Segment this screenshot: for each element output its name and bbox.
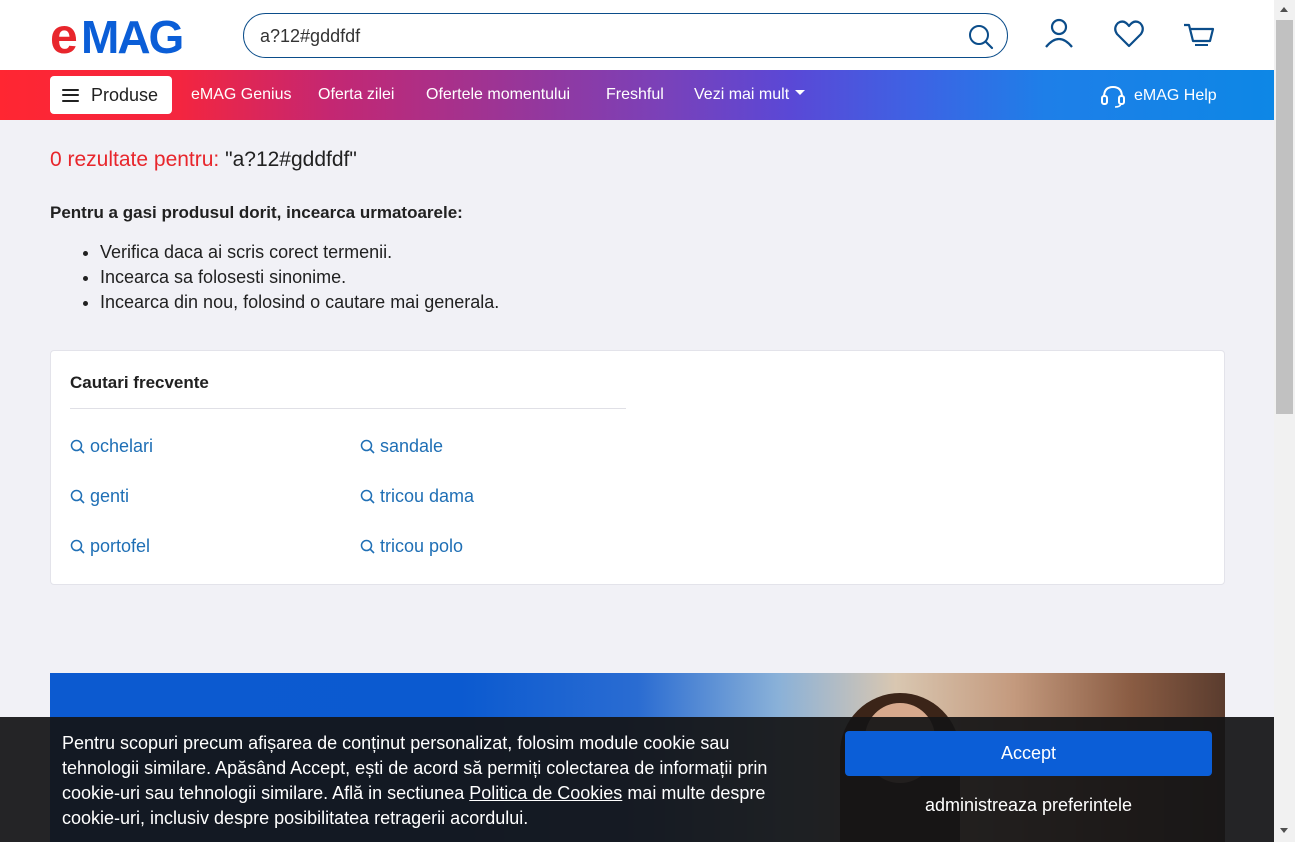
products-menu-button[interactable]: Produse	[50, 76, 172, 114]
tip-item: Incearca din nou, folosind o cautare mai…	[100, 290, 499, 315]
emag-help-link[interactable]: eMAG Help	[1100, 84, 1217, 108]
cookie-text: Pentru scopuri precum afișarea de conțin…	[62, 731, 802, 831]
search-icon	[360, 439, 375, 454]
tips-title: Pentru a gasi produsul dorit, incearca u…	[50, 203, 463, 222]
suggestion-label: sandale	[380, 436, 444, 456]
suggestion-tricou-polo[interactable]: tricou polo	[360, 536, 463, 557]
suggestion-label: ochelari	[90, 436, 154, 456]
suggestion-ochelari[interactable]: ochelari	[70, 436, 153, 457]
search-input[interactable]	[260, 23, 950, 49]
suggestion-label: tricou dama	[380, 486, 475, 506]
search-icon	[70, 489, 85, 504]
help-label: eMAG Help	[1134, 87, 1217, 104]
tip-item: Incearca sa folosesti sinonime.	[100, 265, 499, 290]
frequent-searches-card: Cautari frecvente ochelari sandale genti…	[50, 350, 1225, 585]
nav-link-vezi-mai-mult[interactable]: Vezi mai mult	[694, 86, 806, 104]
scroll-down-arrow-icon[interactable]	[1280, 828, 1288, 833]
divider	[70, 408, 626, 409]
nav-link-freshful[interactable]: Freshful	[606, 86, 664, 104]
cart-icon[interactable]	[1182, 17, 1216, 51]
accept-cookies-button[interactable]: Accept	[845, 731, 1212, 776]
page-scrollbar[interactable]	[1274, 0, 1295, 842]
headset-icon	[1101, 85, 1125, 108]
hamburger-icon	[62, 88, 79, 102]
heart-icon[interactable]	[1112, 17, 1146, 51]
nav-link-ofertele-momentului[interactable]: Ofertele momentului	[426, 86, 570, 104]
cookie-consent-bar: Pentru scopuri precum afișarea de conțin…	[0, 717, 1274, 842]
suggestion-label: portofel	[90, 536, 151, 556]
vezi-mai-mult-label: Vezi mai mult	[694, 86, 790, 103]
suggestion-portofel[interactable]: portofel	[70, 536, 150, 557]
search-bar	[243, 13, 1008, 58]
svg-text:MAG: MAG	[81, 11, 182, 59]
search-icon	[70, 439, 85, 454]
scrollbar-thumb[interactable]	[1276, 20, 1293, 414]
scroll-up-arrow-icon[interactable]	[1280, 7, 1288, 12]
search-icon[interactable]	[967, 23, 995, 51]
search-icon	[360, 539, 375, 554]
results-heading: 0 rezultate pentru: "a?12#gddfdf"	[50, 148, 357, 172]
emag-logo[interactable]: e MAG	[50, 11, 220, 59]
suggestion-tricou-dama[interactable]: tricou dama	[360, 486, 474, 507]
search-icon	[360, 489, 375, 504]
cookie-policy-link[interactable]: Politica de Cookies	[469, 783, 622, 803]
products-label: Produse	[91, 84, 159, 105]
nav-link-oferta-zilei[interactable]: Oferta zilei	[318, 86, 394, 104]
site-header: e MAG	[0, 0, 1274, 70]
nav-link-emag-genius[interactable]: eMAG Genius	[191, 86, 291, 104]
search-icon	[70, 539, 85, 554]
suggestion-genti[interactable]: genti	[70, 486, 129, 507]
tip-item: Verifica daca ai scris corect termenii.	[100, 240, 499, 265]
suggestion-label: tricou polo	[380, 536, 464, 556]
manage-preferences-link[interactable]: administreaza preferintele	[845, 795, 1212, 816]
main-nav: Produse eMAG Genius Oferta zilei Ofertel…	[0, 70, 1274, 120]
user-icon[interactable]	[1042, 17, 1076, 51]
svg-text:e: e	[50, 11, 77, 59]
results-query: "a?12#gddfdf"	[225, 148, 357, 171]
suggestion-sandale[interactable]: sandale	[360, 436, 443, 457]
tips-list: Verifica daca ai scris corect termenii. …	[100, 240, 499, 315]
suggestion-label: genti	[90, 486, 130, 506]
frequent-searches-title: Cautari frecvente	[70, 373, 209, 392]
caret-down-icon	[795, 90, 806, 96]
results-count: 0 rezultate pentru:	[50, 148, 220, 171]
